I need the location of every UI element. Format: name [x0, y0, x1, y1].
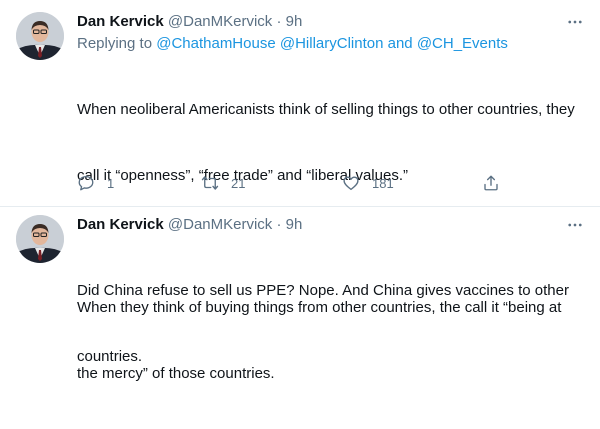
retweet-icon: [201, 176, 219, 190]
replying-to: Replying to @ChathamHouse @HillaryClinto…: [77, 33, 586, 55]
avatar[interactable]: [16, 215, 64, 263]
tweet[interactable]: Dan Kervick @DanMKervick · 9h Replying t…: [0, 0, 600, 382]
tweet-actions: 1 21 181: [77, 172, 517, 194]
more-options-button[interactable]: [564, 11, 586, 33]
more-options-button[interactable]: [564, 214, 586, 236]
heart-icon: [343, 176, 359, 191]
header-separator: ·: [276, 13, 282, 30]
tweet-time[interactable]: 9h: [286, 13, 303, 30]
more-options-icon: [568, 20, 582, 24]
tweet[interactable]: Dan Kervick @DanMKervick · 9h Did China …: [0, 207, 600, 365]
tweet-header: Dan Kervick @DanMKervick · 9h: [77, 214, 586, 236]
author-handle[interactable]: @DanMKervick: [168, 216, 272, 233]
author-name[interactable]: Dan Kervick: [77, 13, 164, 30]
author-name[interactable]: Dan Kervick: [77, 216, 164, 233]
tweet-line: countries.: [77, 348, 143, 365]
mention-link[interactable]: @ChathamHouse: [156, 35, 275, 52]
tweet-line: When neoliberal Americanists think of se…: [77, 101, 575, 118]
replying-prefix: Replying to: [77, 35, 153, 52]
avatar[interactable]: [16, 12, 64, 60]
reply-icon: [78, 175, 94, 191]
mention-link[interactable]: @HillaryClinton: [280, 35, 384, 52]
retweet-button[interactable]: 21: [201, 172, 245, 194]
tweet-text: Did China refuse to sell us PPE? Nope. A…: [77, 236, 586, 412]
like-button[interactable]: 181: [342, 172, 394, 194]
replying-and: and: [387, 35, 413, 52]
tweet-time[interactable]: 9h: [286, 216, 303, 233]
more-options-icon: [568, 223, 582, 227]
share-button[interactable]: [482, 172, 500, 194]
tweet-line: Did China refuse to sell us PPE? Nope. A…: [77, 282, 569, 299]
like-count: 181: [372, 175, 394, 191]
reply-count: 1: [107, 175, 115, 191]
retweet-count: 21: [231, 175, 246, 191]
share-icon: [484, 175, 498, 191]
mention-link[interactable]: @CH_Events: [417, 35, 508, 52]
reply-button[interactable]: 1: [77, 172, 114, 194]
header-separator: ·: [276, 216, 282, 233]
author-handle[interactable]: @DanMKervick: [168, 13, 272, 30]
tweet-header: Dan Kervick @DanMKervick · 9h: [77, 11, 586, 33]
tweet-content: Dan Kervick @DanMKervick · 9h Did China …: [77, 214, 586, 412]
